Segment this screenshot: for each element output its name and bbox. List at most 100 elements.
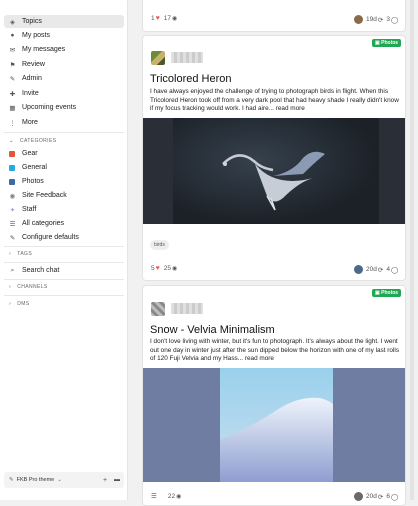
topic-title[interactable]: Snow - Velvia Minimalism [150, 324, 275, 336]
channels-section-toggle[interactable]: › CHANNELS [9, 284, 48, 290]
chevron-right-icon: › [9, 284, 12, 290]
wrench-icon: ✎ [9, 234, 16, 242]
sidebar-item-configure-defaults[interactable]: ✎ Configure defaults [4, 231, 124, 244]
category-badge[interactable]: ▣ Photos [372, 39, 402, 47]
user-icon: ● [10, 32, 15, 39]
sidebar-item-admin[interactable]: ✎ Admin [4, 72, 124, 85]
eye-icon: ◉ [176, 493, 182, 500]
dms-section-toggle[interactable]: › DMS [9, 301, 30, 307]
category-color-square [9, 164, 15, 171]
tags-section-toggle[interactable]: › TAGS [9, 251, 32, 257]
sidebar-item-upcoming-events[interactable]: ▦ Upcoming events [4, 101, 124, 114]
divider [4, 246, 124, 247]
categories-heading: CATEGORIES [20, 138, 57, 144]
topic-meta: 19d ⟳ 3 ◯ [354, 15, 398, 24]
reply-count: 3 [386, 16, 390, 23]
reply-icon: ◯ [390, 493, 399, 501]
topic-stats: ☰ 22 ◉ [151, 492, 182, 501]
chat-bubble-icon: ◉ [9, 192, 16, 200]
sidebar-item-review[interactable]: ⚑ Review [4, 58, 124, 71]
sidebar-item-topics[interactable]: ◈ Topics [4, 15, 124, 28]
activity-age: 20d [366, 493, 377, 500]
excerpt-fragment [150, 0, 350, 3]
sidebar-item-gear[interactable]: Gear [4, 147, 124, 160]
sidebar-item-label: Photos [22, 178, 44, 185]
sidebar-item-label: General [22, 164, 47, 171]
eye-icon: ◉ [172, 266, 178, 272]
ellipsis-icon: ⋮ [9, 119, 16, 127]
clock-icon: ⟳ [377, 266, 384, 274]
sidebar-item-my-messages[interactable]: ✉ My messages [4, 43, 124, 56]
scrollbar[interactable] [410, 0, 414, 500]
list-icon[interactable]: ☰ [151, 492, 157, 500]
user-plus-icon: ✚ [9, 90, 16, 98]
theme-selector[interactable]: ✎ FKB Pro theme ⌄ + ▬ [4, 472, 124, 488]
author-name[interactable] [171, 303, 203, 314]
sidebar-item-photos[interactable]: Photos [4, 175, 124, 188]
heron-photo[interactable] [143, 118, 405, 224]
topic-card[interactable]: 1 ♥ 17 ◉ 19d ⟳ 3 ◯ [142, 0, 406, 32]
add-icon[interactable]: + [103, 477, 107, 484]
sidebar-item-label: My messages [22, 46, 66, 53]
topic-feed: 1 ♥ 17 ◉ 19d ⟳ 3 ◯ ▣ Photos Tricolored H… [142, 0, 406, 506]
list-icon: ☰ [9, 220, 16, 228]
topic-excerpt[interactable]: I don't love living with winter, but it'… [150, 338, 402, 364]
sidebar-item-label: Site Feedback [22, 192, 67, 199]
like-count: 1 [151, 15, 155, 22]
clock-icon: ⟳ [377, 16, 384, 24]
topic-card[interactable]: ▣ Photos Tricolored Heron I have always … [142, 35, 406, 281]
sidebar-item-label: Configure defaults [22, 234, 79, 241]
sidebar-item-staff[interactable]: ✦ Staff [4, 203, 124, 216]
snow-photo[interactable] [143, 368, 405, 482]
avatar[interactable] [354, 265, 363, 274]
author-avatar[interactable] [151, 302, 165, 316]
layers-icon: ◈ [10, 18, 15, 26]
tag-chip[interactable]: birds [150, 240, 169, 250]
dms-heading: DMS [17, 301, 30, 307]
divider [4, 279, 124, 280]
author-avatar[interactable] [151, 51, 165, 65]
search-chat-label: Search chat [22, 267, 60, 274]
topic-excerpt[interactable]: I have always enjoyed the challenge of t… [150, 88, 402, 114]
divider [4, 262, 124, 263]
keyboard-icon[interactable]: ▬ [114, 477, 120, 483]
channels-heading: CHANNELS [17, 284, 48, 290]
reply-icon: ◯ [390, 16, 399, 24]
categories-section-toggle[interactable]: ⌄ CATEGORIES [9, 138, 56, 144]
staff-icon: ✦ [9, 206, 16, 214]
sidebar-item-label: Gear [22, 150, 38, 157]
category-color-square [9, 150, 15, 157]
sidebar-item-site-feedback[interactable]: ◉ Site Feedback [4, 189, 124, 202]
envelope-icon: ✉ [9, 46, 16, 54]
category-badge[interactable]: ▣ Photos [372, 289, 402, 297]
sidebar-item-my-posts[interactable]: ● My posts [4, 29, 124, 42]
reply-count: 6 [386, 493, 390, 500]
topic-stats: 5 ♥ 25 ◉ [151, 265, 177, 272]
sidebar-item-more[interactable]: ⋮ More [4, 116, 124, 129]
divider [4, 295, 124, 296]
sidebar-item-all-categories[interactable]: ☰ All categories [4, 217, 124, 230]
sidebar-item-invite[interactable]: ✚ Invite [4, 87, 124, 100]
heron-illustration [222, 151, 325, 211]
topic-card[interactable]: ▣ Photos Snow - Velvia Minimalism I don'… [142, 285, 406, 506]
heart-icon[interactable]: ♥ [156, 265, 160, 272]
category-color-square [9, 178, 15, 185]
sidebar: ◈ Topics ● My posts ✉ My messages ⚑ Review ✎… [0, 0, 128, 500]
brush-icon: ✎ [9, 477, 14, 483]
heart-icon[interactable]: ♥ [156, 15, 160, 22]
clock-icon: ⟳ [377, 493, 384, 501]
activity-age: 20d [366, 266, 377, 273]
flag-icon: ⚑ [9, 61, 16, 69]
author-name[interactable] [171, 52, 203, 63]
view-count: 17 [163, 15, 172, 22]
reply-count: 4 [386, 266, 390, 273]
calendar-icon: ▦ [9, 104, 16, 112]
avatar[interactable] [354, 15, 363, 24]
divider [4, 132, 124, 133]
search-chat[interactable]: ⌕ Search chat [4, 264, 124, 277]
topic-title[interactable]: Tricolored Heron [150, 73, 232, 85]
wrench-icon: ✎ [9, 75, 16, 83]
tags-heading: TAGS [17, 251, 33, 257]
sidebar-item-label: Admin [22, 75, 42, 82]
sidebar-item-general[interactable]: General [4, 161, 124, 174]
